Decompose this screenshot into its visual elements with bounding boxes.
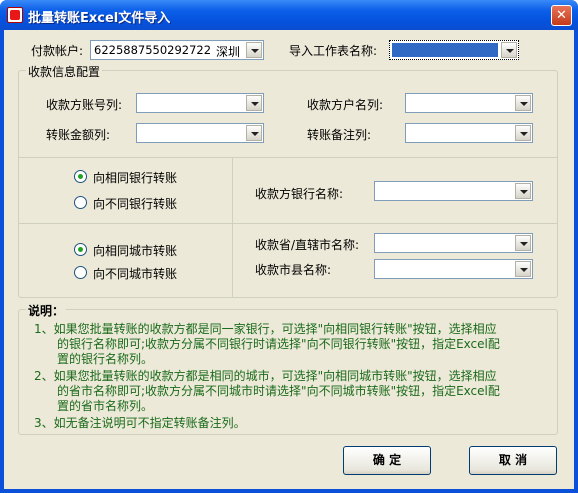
chevron-down-icon[interactable]	[515, 95, 531, 111]
same-bank-radio[interactable]	[74, 170, 87, 183]
payee-config-title: 收款信息配置	[26, 63, 103, 80]
payment-account-label: 付款帐户:	[31, 44, 84, 58]
sheet-name-selection	[392, 43, 498, 57]
remark-col-label: 转账备注列:	[307, 128, 372, 142]
note-line: 2、如果您批量转账的收款方都是相同的城市，可选择"向相同城市转账"按钮，选择相应	[34, 369, 497, 383]
same-city-radio[interactable]	[74, 243, 87, 256]
city-label: 收款市县名称:	[255, 263, 332, 277]
chevron-down-icon[interactable]	[246, 125, 262, 141]
window-title: 批量转账Excel文件导入	[28, 11, 171, 26]
sheet-name-select[interactable]	[389, 40, 519, 60]
chevron-down-icon[interactable]	[515, 183, 531, 199]
diff-bank-label[interactable]: 向不同银行转账	[93, 195, 177, 212]
ok-button[interactable]: 确 定	[343, 446, 431, 475]
diff-city-radio[interactable]	[74, 266, 87, 279]
same-bank-label[interactable]: 向相同银行转账	[93, 169, 177, 186]
note-line: 置的银行名称列。	[57, 352, 154, 366]
chevron-down-icon[interactable]	[246, 42, 262, 58]
app-icon	[7, 7, 23, 23]
chevron-down-icon[interactable]	[515, 125, 531, 141]
payee-name-col-select[interactable]	[405, 93, 533, 113]
diff-bank-radio[interactable]	[74, 196, 87, 209]
payee-account-col-label: 收款方账号列:	[46, 98, 123, 112]
section-divider	[19, 223, 557, 224]
note-line: 3、如无备注说明可不指定转账备注列。	[34, 416, 246, 430]
cancel-button[interactable]: 取 消	[469, 446, 557, 475]
chevron-down-icon[interactable]	[515, 235, 531, 251]
chevron-down-icon[interactable]	[515, 261, 531, 277]
payee-name-col-label: 收款方户名列:	[307, 98, 384, 112]
remark-col-select[interactable]	[405, 123, 533, 143]
notes-title: 说明：	[26, 302, 67, 319]
payment-account-number: 6225887550292722	[94, 43, 212, 57]
column-divider	[232, 158, 233, 297]
note-line: 的银行名称即可;收款方分属不同银行时请选择"向不同银行转账"按钮，指定Excel…	[57, 337, 500, 351]
amount-col-label: 转账金额列:	[46, 128, 111, 142]
city-select[interactable]	[374, 259, 533, 279]
sheet-name-label: 导入工作表名称:	[289, 44, 378, 58]
dialog-window: 批量转账Excel文件导入 ✕ 付款帐户: 6225887550292722 深…	[0, 0, 578, 493]
title-bar[interactable]: 批量转账Excel文件导入 ✕	[0, 0, 578, 30]
bank-name-select[interactable]	[374, 181, 533, 201]
section-divider	[19, 157, 557, 158]
amount-col-select[interactable]	[136, 123, 264, 143]
payment-account-city: 深圳	[216, 45, 241, 59]
province-label: 收款省/直辖市名称:	[255, 238, 360, 252]
close-icon: ✕	[556, 8, 567, 23]
chevron-down-icon[interactable]	[501, 42, 517, 58]
payee-account-col-select[interactable]	[136, 93, 264, 113]
diff-city-label[interactable]: 向不同城市转账	[93, 265, 177, 282]
payment-account-select[interactable]: 6225887550292722 深圳	[90, 40, 264, 60]
close-button[interactable]: ✕	[551, 5, 572, 26]
notes-text: 1、如果您批量转账的收款方都是同一家银行，可选择"向相同银行转账"按钮，选择相应…	[34, 322, 554, 431]
note-line: 的省市名称即可;收款方分属不同城市时请选择"向不同城市转账"按钮，指定Excel…	[57, 384, 500, 398]
bank-name-label: 收款方银行名称:	[255, 187, 344, 201]
note-line: 1、如果您批量转账的收款方都是同一家银行，可选择"向相同银行转账"按钮，选择相应	[34, 322, 497, 336]
dialog-body: 付款帐户: 6225887550292722 深圳 导入工作表名称: 收款信息配…	[4, 30, 574, 489]
province-select[interactable]	[374, 233, 533, 253]
note-line: 置的省市名称列。	[57, 399, 154, 413]
chevron-down-icon[interactable]	[246, 95, 262, 111]
same-city-label[interactable]: 向相同城市转账	[93, 242, 177, 259]
